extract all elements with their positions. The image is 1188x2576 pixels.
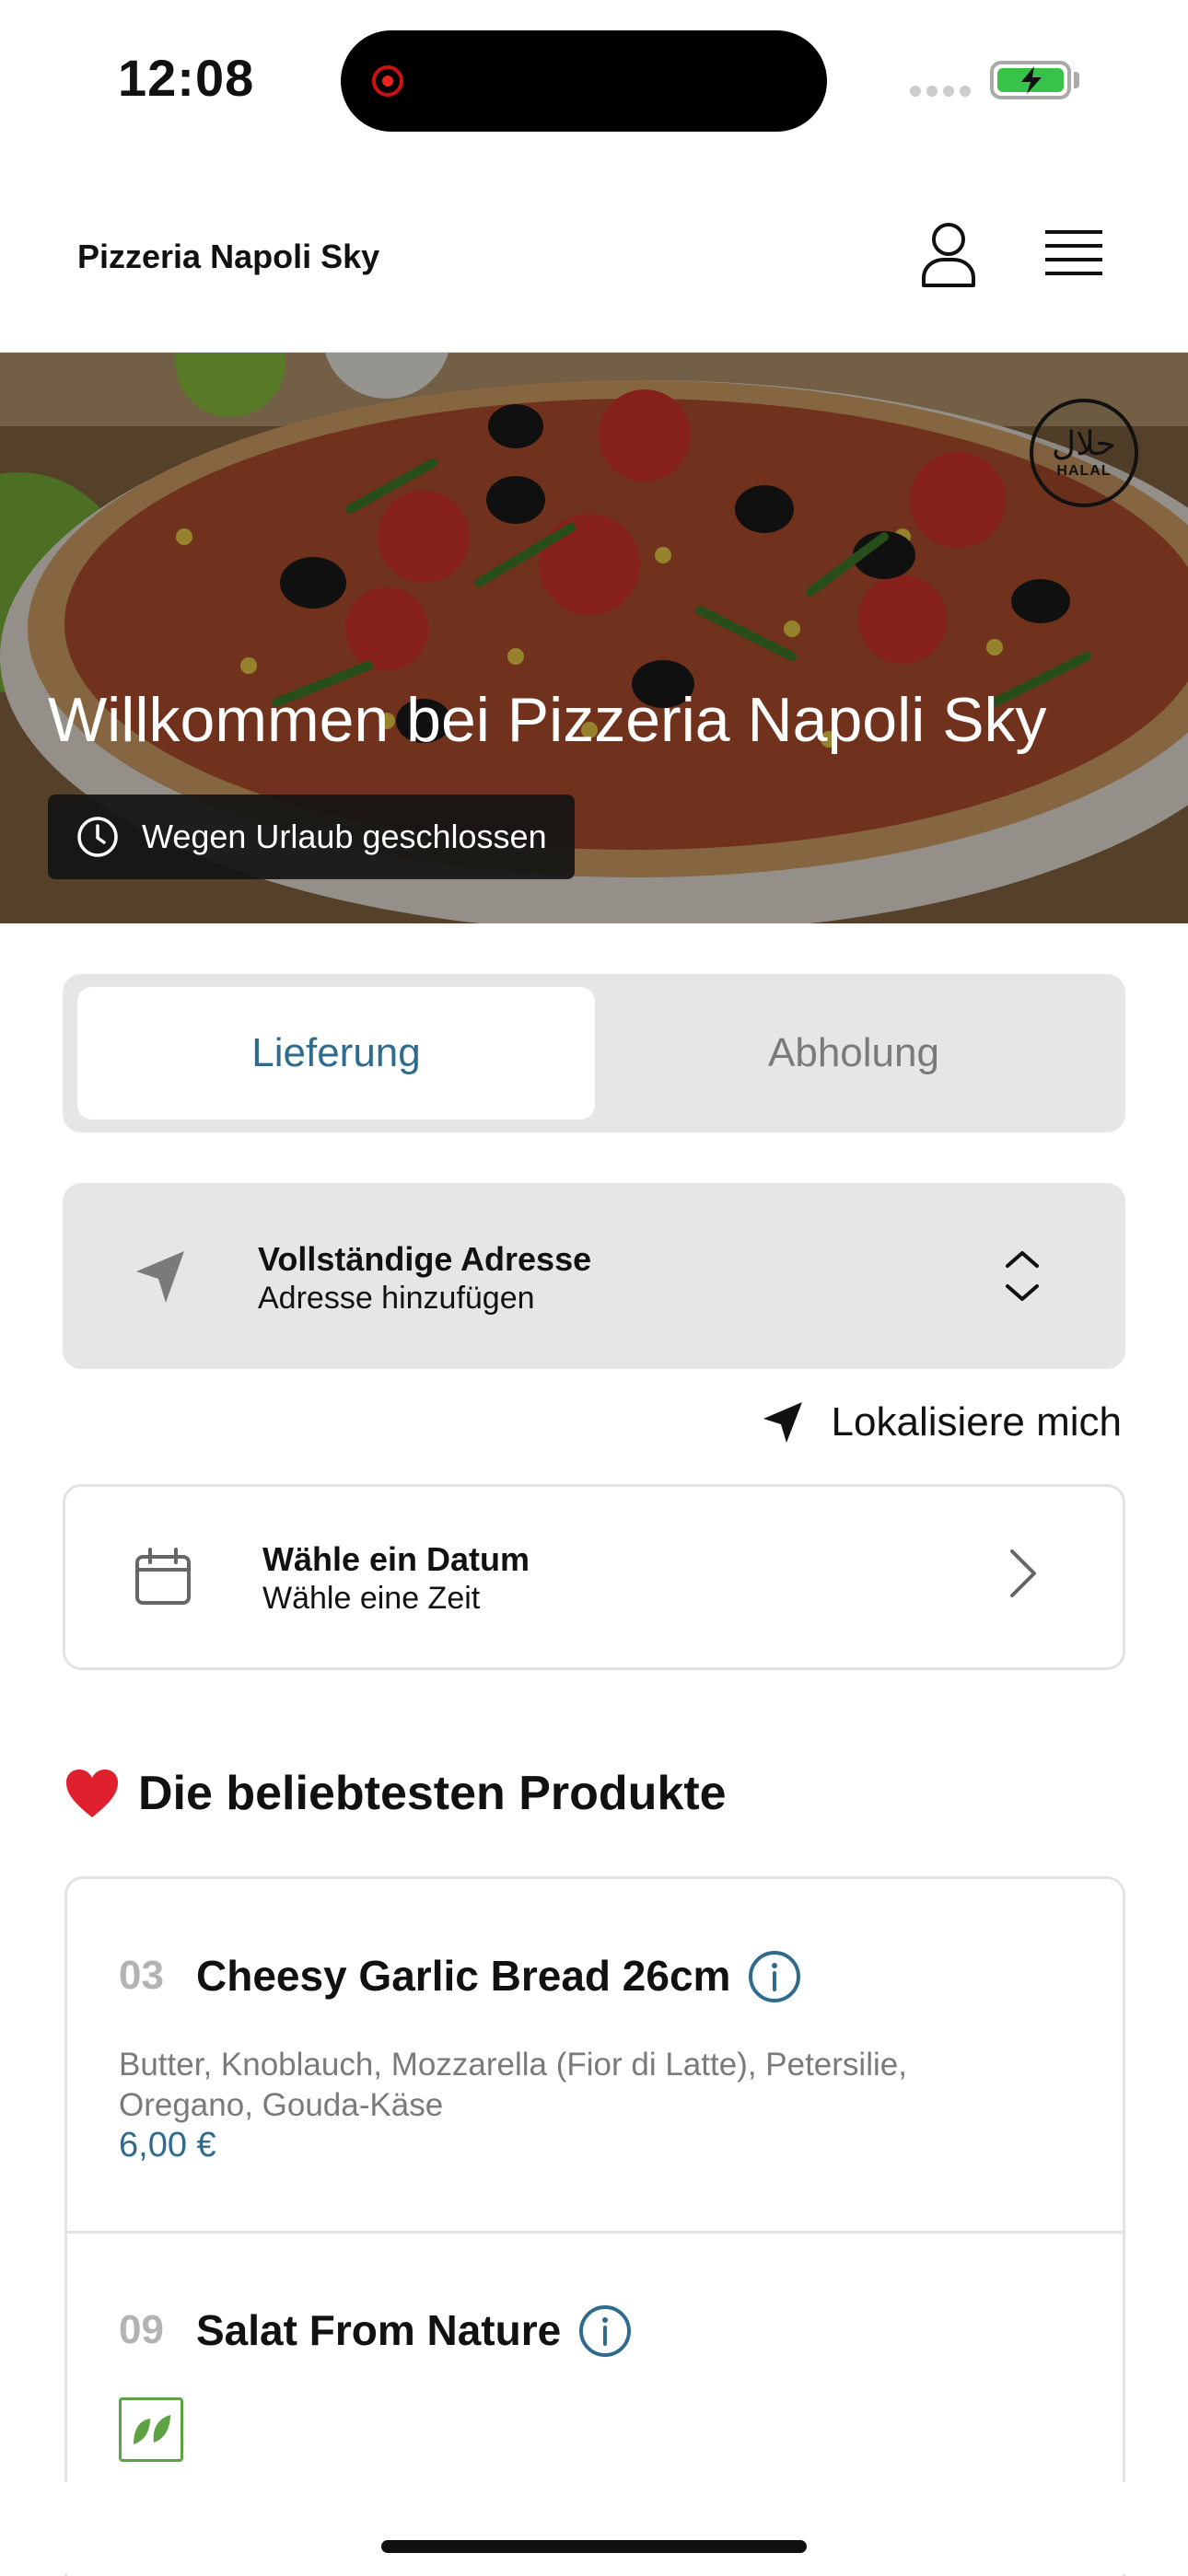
- account-button[interactable]: [912, 217, 985, 291]
- leaf-icon: [134, 2415, 170, 2444]
- product-price: 6,00 €: [119, 2126, 216, 2164]
- halal-badge: حلال HALAL: [1030, 399, 1138, 507]
- popular-products-heading: Die beliebtesten Produkte: [64, 1766, 727, 1821]
- chevron-right-icon: [1010, 1549, 1036, 1597]
- user-icon: [922, 223, 975, 287]
- date-title: Wähle ein Datum: [262, 1540, 530, 1578]
- navigation-arrow-icon: [136, 1251, 184, 1303]
- date-time-selector[interactable]: Wähle ein Datum Wähle eine Zeit: [63, 1484, 1125, 1670]
- battery-icon: [990, 61, 1071, 99]
- vegetarian-badge: [119, 2397, 183, 2462]
- tab-delivery[interactable]: Lieferung: [77, 987, 595, 1120]
- popular-products-title: Die beliebtesten Produkte: [138, 1767, 727, 1820]
- product-item[interactable]: 03 Cheesy Garlic Bread 26cm Butter, Knob…: [67, 1879, 1123, 2234]
- address-subtitle: Adresse hinzufügen: [258, 1281, 535, 1316]
- hero-banner: حلال HALAL Willkommen bei Pizzeria Napol…: [0, 353, 1188, 923]
- halal-label: HALAL: [1056, 463, 1112, 479]
- product-description: Butter, Knoblauch, Mozzarella (Fior di L…: [119, 2047, 907, 2123]
- product-name: Salat From Nature: [196, 2306, 562, 2354]
- address-selector[interactable]: Vollständige Adresse Adresse hinzufügen: [63, 1183, 1125, 1369]
- tab-pickup[interactable]: Abholung: [595, 987, 1112, 1120]
- product-number: 09: [119, 2307, 164, 2352]
- status-bar: 12:08: [0, 0, 1188, 157]
- battery-cap: [1074, 72, 1079, 88]
- time-subtitle: Wähle eine Zeit: [262, 1581, 481, 1616]
- product-number: 03: [119, 1953, 164, 1998]
- status-time: 12:08: [118, 49, 255, 107]
- home-indicator[interactable]: [381, 2540, 807, 2553]
- calendar-icon: [135, 1548, 191, 1605]
- hamburger-menu-icon: [1045, 230, 1102, 275]
- heart-icon: [64, 1768, 120, 1819]
- info-icon[interactable]: [577, 2303, 633, 2359]
- opening-status-badge: Wegen Urlaub geschlossen: [48, 795, 575, 879]
- halal-arabic-text: حلال: [1052, 425, 1116, 463]
- signal-icon: [910, 85, 976, 101]
- locate-me-label: Lokalisiere mich: [831, 1399, 1122, 1445]
- address-title: Vollständige Adresse: [258, 1240, 592, 1278]
- opening-status-text: Wegen Urlaub geschlossen: [142, 818, 547, 855]
- dynamic-island: [341, 30, 827, 132]
- locate-me-button[interactable]: Lokalisiere mich: [762, 1399, 1122, 1445]
- location-arrow-icon: [762, 1400, 804, 1445]
- product-list: 03 Cheesy Garlic Bread 26cm Butter, Knob…: [64, 1876, 1125, 2576]
- chevron-up-down-icon: [1006, 1251, 1039, 1301]
- menu-button[interactable]: [1037, 217, 1111, 291]
- clock-icon: [76, 815, 120, 859]
- recording-indicator-icon: [372, 65, 403, 97]
- product-name: Cheesy Garlic Bread 26cm: [196, 1952, 731, 2000]
- hero-title: Willkommen bei Pizzeria Napoli Sky: [48, 685, 1047, 755]
- app-header: Pizzeria Napoli Sky: [0, 157, 1188, 354]
- bottom-safe-area: [0, 2482, 1188, 2574]
- order-mode-toggle: Lieferung Abholung: [63, 974, 1125, 1132]
- brand-name: Pizzeria Napoli Sky: [77, 238, 380, 275]
- info-icon[interactable]: [747, 1949, 802, 2004]
